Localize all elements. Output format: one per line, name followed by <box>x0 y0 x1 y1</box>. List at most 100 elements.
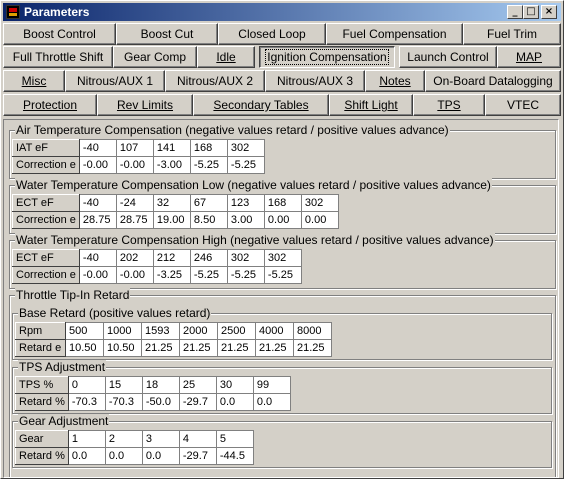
table-cell[interactable]: -3.25 <box>152 266 191 284</box>
table-cell[interactable]: 21.25 <box>255 339 294 357</box>
table-cell[interactable]: 2500 <box>217 322 256 340</box>
table-cell[interactable]: 3.00 <box>226 211 265 229</box>
table-cell[interactable]: -3.00 <box>152 156 191 174</box>
table-cell[interactable]: 4000 <box>255 322 294 340</box>
table-cell[interactable]: 21.25 <box>179 339 218 357</box>
table-cell[interactable]: 123 <box>226 194 265 212</box>
table-cell[interactable]: 21.25 <box>293 339 332 357</box>
table-cell[interactable]: 30 <box>215 376 254 394</box>
table-cell[interactable]: 302 <box>226 139 265 157</box>
table-cell[interactable]: -0.00 <box>78 156 117 174</box>
table-cell[interactable]: 28.75 <box>78 211 117 229</box>
tab-shift-light[interactable]: Shift Light <box>329 94 413 116</box>
table-cell[interactable]: -24 <box>115 194 154 212</box>
tab-idle[interactable]: Idle <box>197 46 255 68</box>
table-cell[interactable]: 168 <box>263 194 302 212</box>
table-cell[interactable]: 107 <box>115 139 154 157</box>
table-cell[interactable]: 28.75 <box>115 211 154 229</box>
tab-secondary-tables[interactable]: Secondary Tables <box>193 94 329 116</box>
table-cell[interactable]: 202 <box>115 249 154 267</box>
tab-full-throttle-shift[interactable]: Full Throttle Shift <box>3 46 113 68</box>
table-cell[interactable]: 2 <box>104 430 143 448</box>
table-cell[interactable]: 1593 <box>141 322 180 340</box>
table-cell[interactable]: -5.25 <box>263 266 302 284</box>
tab-nitrous-aux-2[interactable]: Nitrous/AUX 2 <box>165 70 265 92</box>
table-cell[interactable]: 21.25 <box>141 339 180 357</box>
title-bar[interactable]: Parameters _ □ × <box>3 3 561 21</box>
table-cell[interactable]: 302 <box>263 249 302 267</box>
table-cell[interactable]: -44.5 <box>215 447 254 465</box>
table-cell[interactable]: -5.25 <box>226 266 265 284</box>
table-cell[interactable]: 0.0 <box>215 393 254 411</box>
table-cell[interactable]: 67 <box>189 194 228 212</box>
table-cell[interactable]: 302 <box>300 194 339 212</box>
tab-protection[interactable]: Protection <box>3 94 97 116</box>
table-cell[interactable]: -40 <box>78 249 117 267</box>
close-button[interactable]: × <box>541 5 557 19</box>
table-cell[interactable]: 212 <box>152 249 191 267</box>
tab-closed-loop[interactable]: Closed Loop <box>218 23 326 45</box>
table-cell[interactable]: 168 <box>189 139 228 157</box>
tab-on-board-datalogging[interactable]: On-Board Datalogging <box>425 70 561 92</box>
table-cell[interactable]: -40 <box>78 194 117 212</box>
table-cell[interactable]: 0.0 <box>252 393 291 411</box>
tab-fuel-trim[interactable]: Fuel Trim <box>463 23 561 45</box>
table-cell[interactable]: 8.50 <box>189 211 228 229</box>
table-cell[interactable]: 18 <box>141 376 180 394</box>
tab-misc[interactable]: Misc <box>3 70 65 92</box>
table-cell[interactable]: 15 <box>104 376 143 394</box>
table-cell[interactable]: -5.25 <box>226 156 265 174</box>
table-cell[interactable]: 500 <box>65 322 104 340</box>
table-cell[interactable]: 0.00 <box>263 211 302 229</box>
table-cell[interactable]: 0 <box>67 376 106 394</box>
table-cell[interactable]: -0.00 <box>115 266 154 284</box>
table-cell[interactable]: 1000 <box>103 322 142 340</box>
tab-launch-control[interactable]: Launch Control <box>399 46 497 68</box>
tab-vtec[interactable]: VTEC <box>485 94 561 116</box>
table-cell[interactable]: -70.3 <box>104 393 143 411</box>
table-cell[interactable]: 1 <box>67 430 106 448</box>
table-cell[interactable]: 0.00 <box>300 211 339 229</box>
table-cell[interactable]: 302 <box>226 249 265 267</box>
table-cell[interactable]: 4 <box>178 430 217 448</box>
table-cell[interactable]: 99 <box>252 376 291 394</box>
table-cell[interactable]: 0.0 <box>67 447 106 465</box>
table-cell[interactable]: 19.00 <box>152 211 191 229</box>
table-cell[interactable]: 0.0 <box>141 447 180 465</box>
table-cell[interactable]: 32 <box>152 194 191 212</box>
table-cell[interactable]: 2000 <box>179 322 218 340</box>
table-cell[interactable]: -29.7 <box>178 447 217 465</box>
app-icon[interactable] <box>6 5 20 19</box>
tab-boost-control[interactable]: Boost Control <box>3 23 116 45</box>
minimize-button[interactable]: _ <box>507 5 523 19</box>
tab-notes[interactable]: Notes <box>365 70 425 92</box>
table-cell[interactable]: 8000 <box>293 322 332 340</box>
tab-nitrous-aux-3[interactable]: Nitrous/AUX 3 <box>265 70 365 92</box>
table-cell[interactable]: 3 <box>141 430 180 448</box>
table-cell[interactable]: 25 <box>178 376 217 394</box>
tab-boost-cut[interactable]: Boost Cut <box>116 23 218 45</box>
table-cell[interactable]: -5.25 <box>189 156 228 174</box>
table-cell[interactable]: 141 <box>152 139 191 157</box>
table-cell[interactable]: 21.25 <box>217 339 256 357</box>
tab-fuel-compensation[interactable]: Fuel Compensation <box>326 23 463 45</box>
tab-tps[interactable]: TPS <box>413 94 485 116</box>
tab-ignition-compensation[interactable]: Ignition Compensation <box>259 46 395 68</box>
table-cell[interactable]: -0.00 <box>78 266 117 284</box>
tab-rev-limits[interactable]: Rev Limits <box>97 94 193 116</box>
table-cell[interactable]: -0.00 <box>115 156 154 174</box>
table-cell[interactable]: 246 <box>189 249 228 267</box>
tab-gear-comp[interactable]: Gear Comp <box>113 46 197 68</box>
table-cell[interactable]: -40 <box>78 139 117 157</box>
maximize-button[interactable]: □ <box>523 5 539 19</box>
table-cell[interactable]: 10.50 <box>65 339 104 357</box>
table-cell[interactable]: 0.0 <box>104 447 143 465</box>
table-cell[interactable]: 10.50 <box>103 339 142 357</box>
table-cell[interactable]: -50.0 <box>141 393 180 411</box>
table-cell[interactable]: -70.3 <box>67 393 106 411</box>
table-cell[interactable]: -5.25 <box>189 266 228 284</box>
table-cell[interactable]: -29.7 <box>178 393 217 411</box>
table-cell[interactable]: 5 <box>215 430 254 448</box>
tab-map[interactable]: MAP <box>497 46 561 68</box>
tab-nitrous-aux-1[interactable]: Nitrous/AUX 1 <box>65 70 165 92</box>
